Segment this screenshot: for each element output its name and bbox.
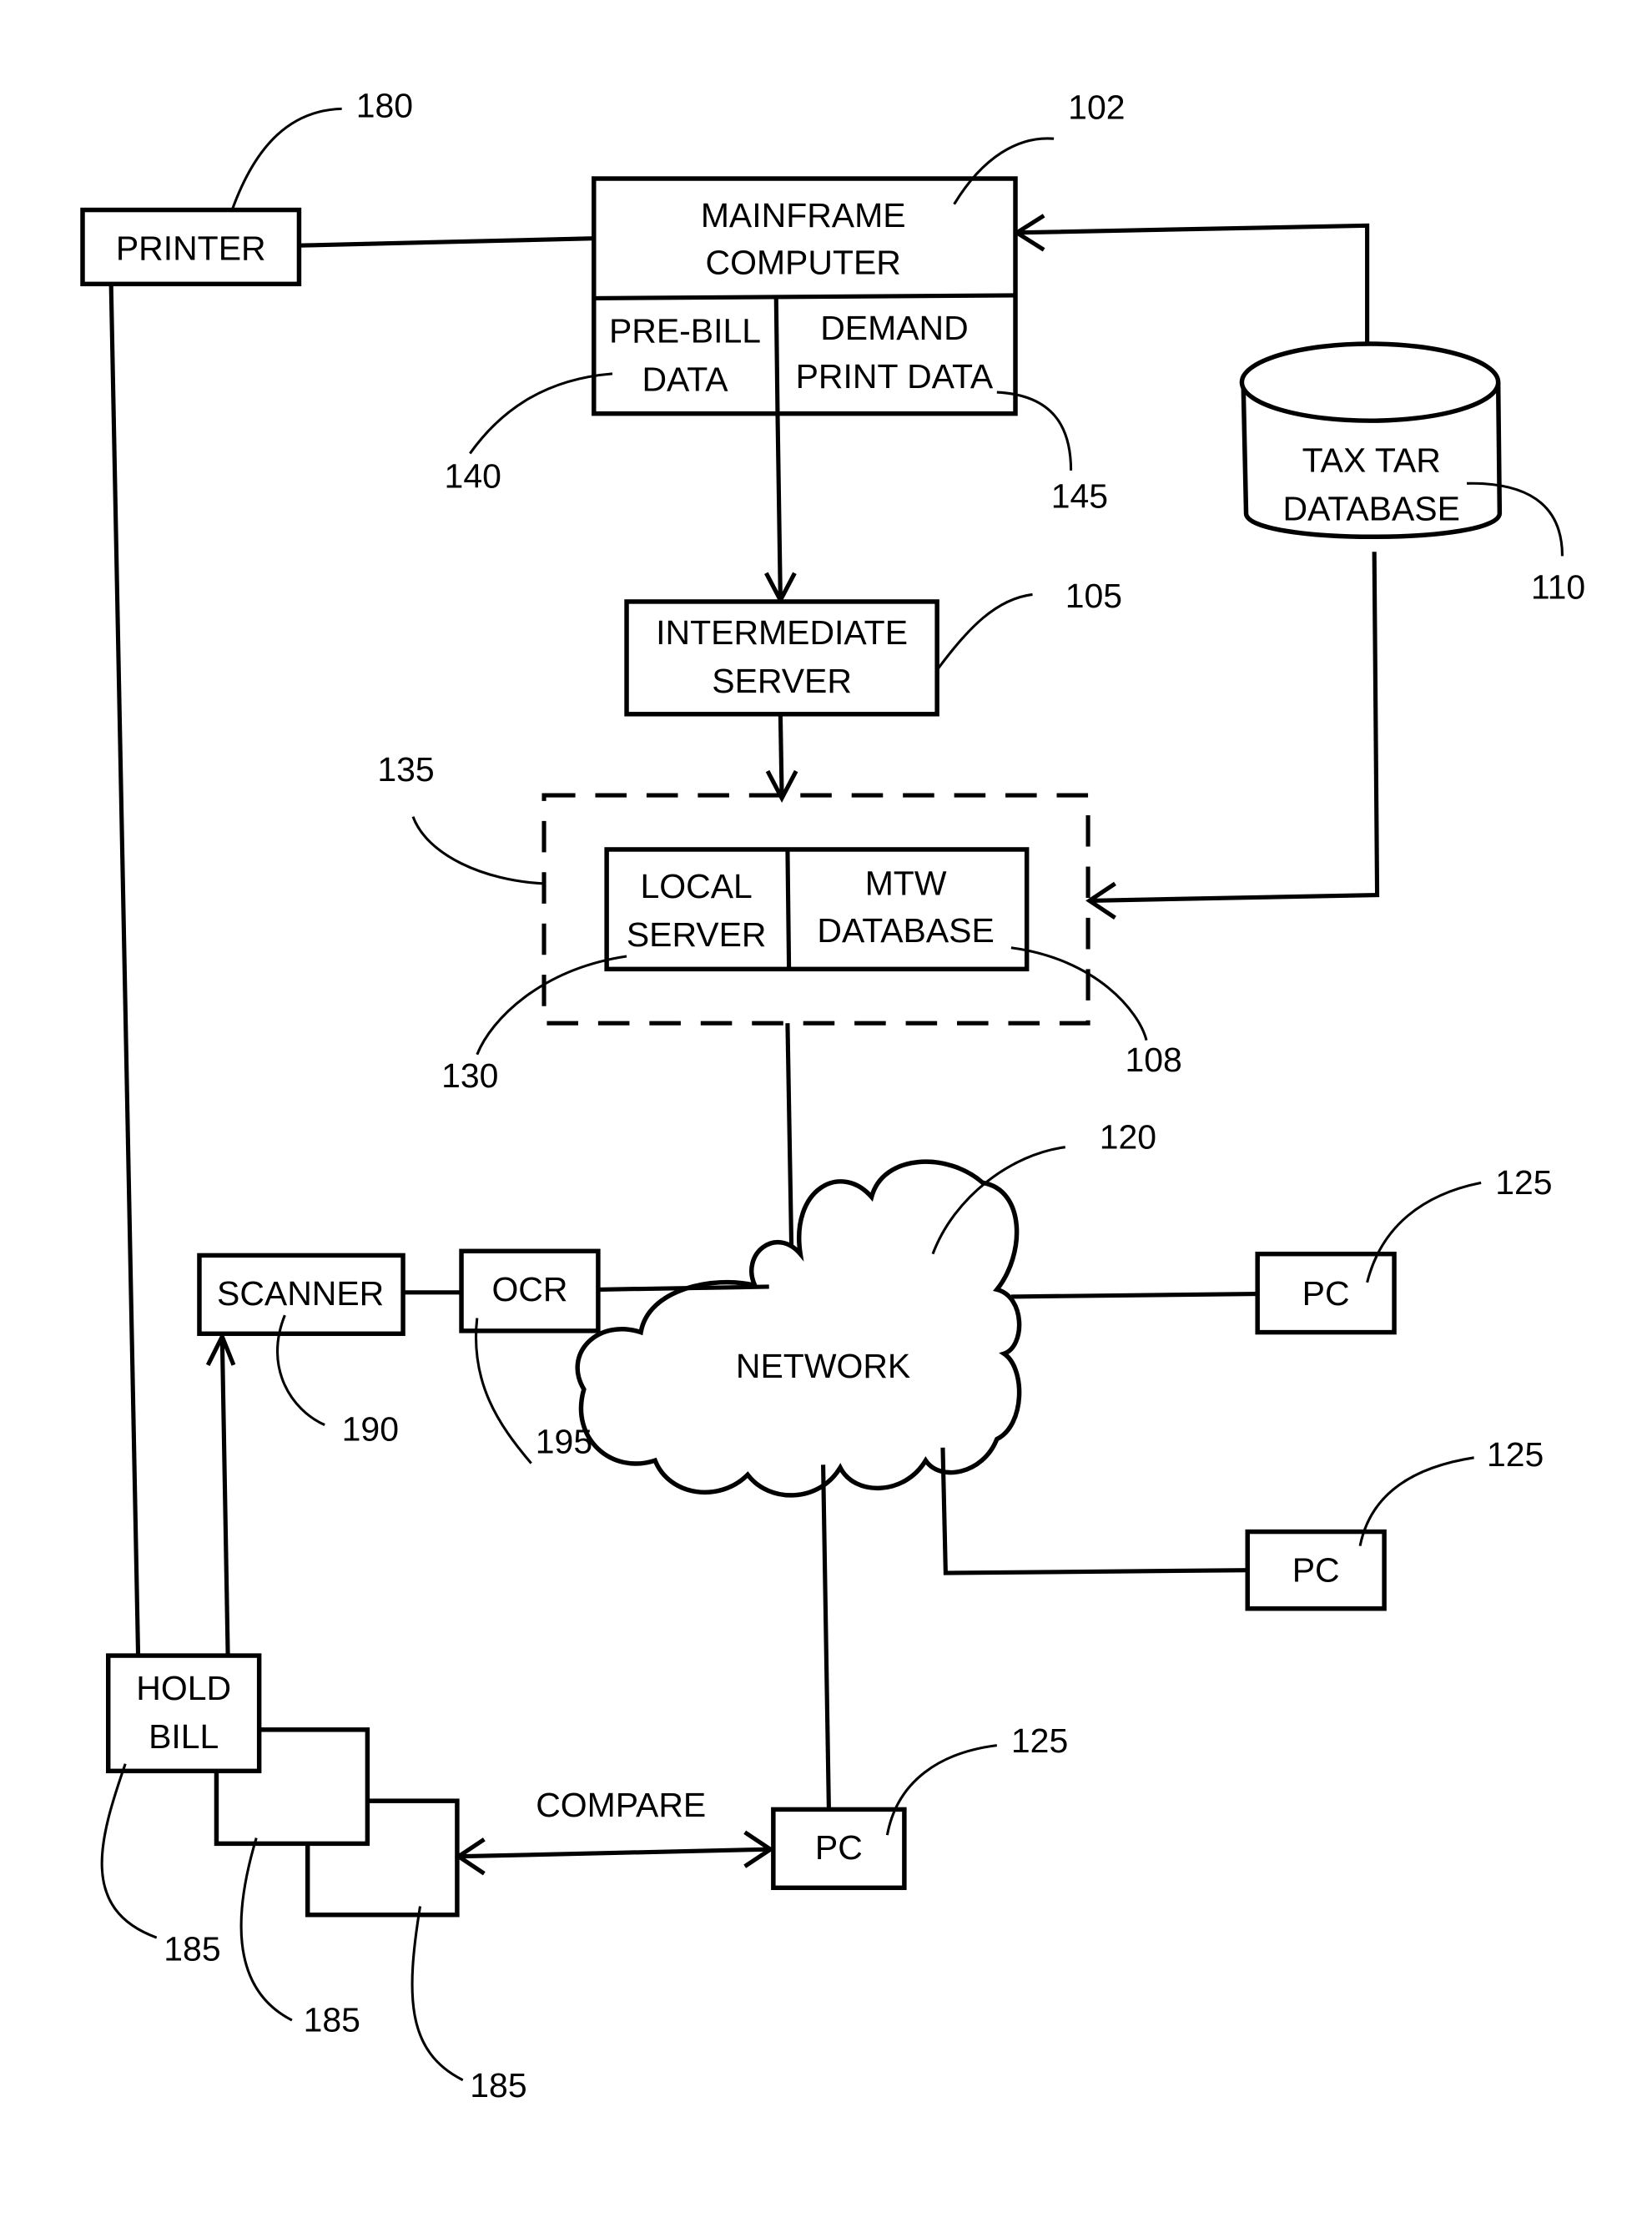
demandprint-label-1: DEMAND [820, 309, 968, 347]
ocr-leader [475, 1318, 532, 1464]
mtw-leader [1010, 946, 1148, 1041]
intermediate-ref: 105 [1065, 577, 1122, 615]
compare-label: COMPARE [536, 1786, 706, 1824]
ocr-node: OCR [459, 1248, 601, 1333]
network-cloud: NETWORK [575, 1159, 1022, 1498]
mainframe-node: MAINFRAME COMPUTER PRE-BILL DATA DEMAND … [592, 176, 1018, 416]
prebill-leader [469, 372, 613, 455]
pc2-ref: 125 [1487, 1435, 1544, 1474]
prebill-label-2: DATA [642, 360, 728, 398]
localgroup-leader [411, 816, 545, 885]
mtw-label-2: DATABASE [817, 911, 994, 950]
edge-holdbill-scanner [219, 1336, 230, 1656]
taxtar-db-node: TAX TAR DATABASE [1239, 341, 1503, 540]
scanner-label: SCANNER [217, 1274, 384, 1313]
cloud-icon [575, 1159, 1022, 1498]
mtw-label-1: MTW [865, 864, 947, 903]
printer-label: PRINTER [116, 229, 266, 267]
localserver-label-1: LOCAL [641, 867, 753, 905]
edge-network-pc1 [1010, 1291, 1258, 1299]
bill3-leader [410, 1906, 464, 2082]
mainframe-label-2: COMPUTER [706, 243, 901, 281]
printer-node: PRINTER [80, 207, 302, 287]
pc3-ref: 125 [1011, 1721, 1068, 1760]
localserver-leader [476, 955, 627, 1056]
pc-node-3: PC [771, 1807, 907, 1891]
edge-taxtar-mainframe [1016, 223, 1370, 345]
bill3-ref: 185 [470, 2066, 526, 2104]
intermediate-label-2: SERVER [712, 662, 852, 700]
printer-leader [230, 107, 342, 211]
pc1-label: PC [1302, 1274, 1350, 1313]
ocr-ref: 195 [536, 1423, 592, 1461]
holdbill-ref: 185 [164, 1929, 220, 1968]
mainframe-label-1: MAINFRAME [701, 196, 906, 234]
holdbill-label-1: HOLD [136, 1669, 231, 1707]
pc1-ref: 125 [1495, 1163, 1552, 1202]
pc3-label: PC [815, 1828, 863, 1867]
taxtar-label-1: TAX TAR [1302, 441, 1441, 480]
scanner-node: SCANNER [197, 1253, 405, 1337]
edge-compare [458, 1847, 771, 1859]
localserver-label-2: SERVER [627, 915, 767, 954]
network-label: NETWORK [736, 1347, 910, 1385]
pc2-label: PC [1292, 1550, 1340, 1589]
mtw-ref: 108 [1125, 1041, 1181, 1079]
local-server-node: LOCAL SERVER MTW DATABASE [604, 847, 1030, 972]
intermediate-server-node: INTERMEDIATE SERVER [624, 599, 939, 717]
demandprint-ref: 145 [1051, 476, 1108, 515]
bill2-ref: 185 [304, 2001, 360, 2039]
localserver-ref: 130 [441, 1056, 498, 1095]
intermediate-label-1: INTERMEDIATE [656, 613, 908, 652]
holdbill-label-2: BILL [149, 1717, 219, 1756]
prebill-ref: 140 [445, 456, 501, 495]
edge-network-pc3 [821, 1464, 831, 1810]
taxtar-ref: 110 [1531, 568, 1585, 607]
holdbill-leader [100, 1763, 158, 1939]
demandprint-label-2: PRINT DATA [796, 357, 994, 396]
localgroup-ref: 135 [377, 750, 434, 789]
edge-printer-mainframe [299, 236, 594, 248]
printer-ref: 180 [356, 87, 413, 125]
edge-mainframe-intermediate [775, 413, 783, 599]
edge-local-network [785, 1023, 794, 1268]
mainframe-ref: 102 [1068, 88, 1125, 126]
taxtar-label-2: DATABASE [1283, 490, 1460, 528]
hold-bill-node: HOLD BILL [105, 1653, 262, 1774]
scanner-ref: 190 [342, 1409, 399, 1448]
edge-printer-holdbill [108, 284, 141, 1656]
edge-ocr-network [597, 1284, 769, 1292]
edge-taxtar-mtw [1089, 552, 1380, 903]
prebill-label-1: PRE-BILL [609, 311, 761, 350]
system-diagram: PRINTER 180 MAINFRAME COMPUTER PRE-BILL … [80, 87, 1585, 2104]
intermediate-leader [935, 592, 1033, 671]
edge-network-pc2 [940, 1447, 1248, 1575]
network-ref: 120 [1100, 1117, 1156, 1156]
edge-intermediate-local [778, 713, 784, 797]
pc-node-2: PC [1245, 1529, 1387, 1611]
ocr-label: OCR [491, 1270, 567, 1308]
bill2-leader [239, 1837, 293, 2022]
